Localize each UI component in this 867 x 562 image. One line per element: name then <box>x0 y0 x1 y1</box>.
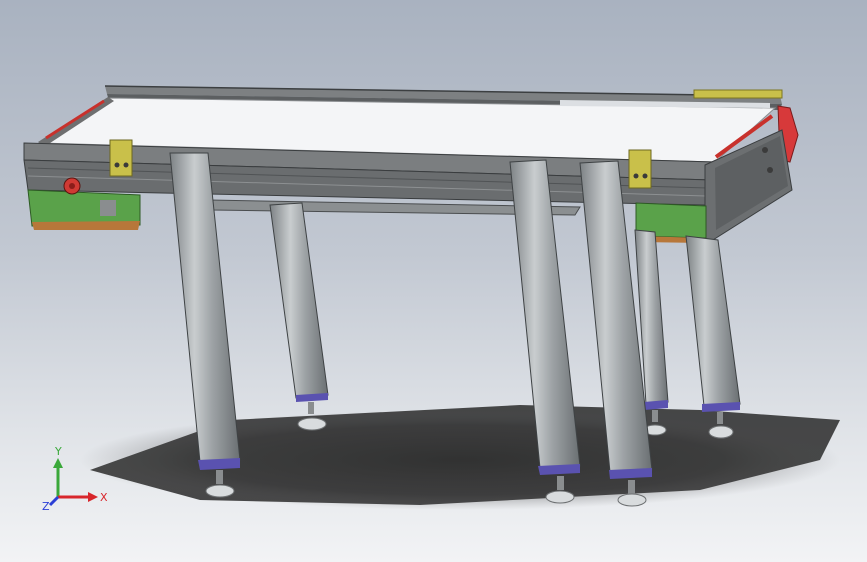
conveyor-3d-model[interactable]: Y X Z <box>0 0 867 562</box>
z-axis-arrow <box>48 495 60 507</box>
x-axis-arrowhead <box>88 492 98 502</box>
left-bracket <box>109 139 133 177</box>
z-axis-label: Z <box>42 500 50 513</box>
cad-viewport[interactable]: Y X Z <box>0 0 867 562</box>
y-axis-label: Y <box>54 445 62 458</box>
floor-shadow-soft <box>80 410 840 510</box>
leg-back-right-2 <box>685 235 741 439</box>
y-axis-arrowhead <box>53 458 63 468</box>
right-bracket <box>628 149 652 189</box>
x-axis-label: X <box>100 491 108 504</box>
leg-back-left <box>269 202 329 431</box>
